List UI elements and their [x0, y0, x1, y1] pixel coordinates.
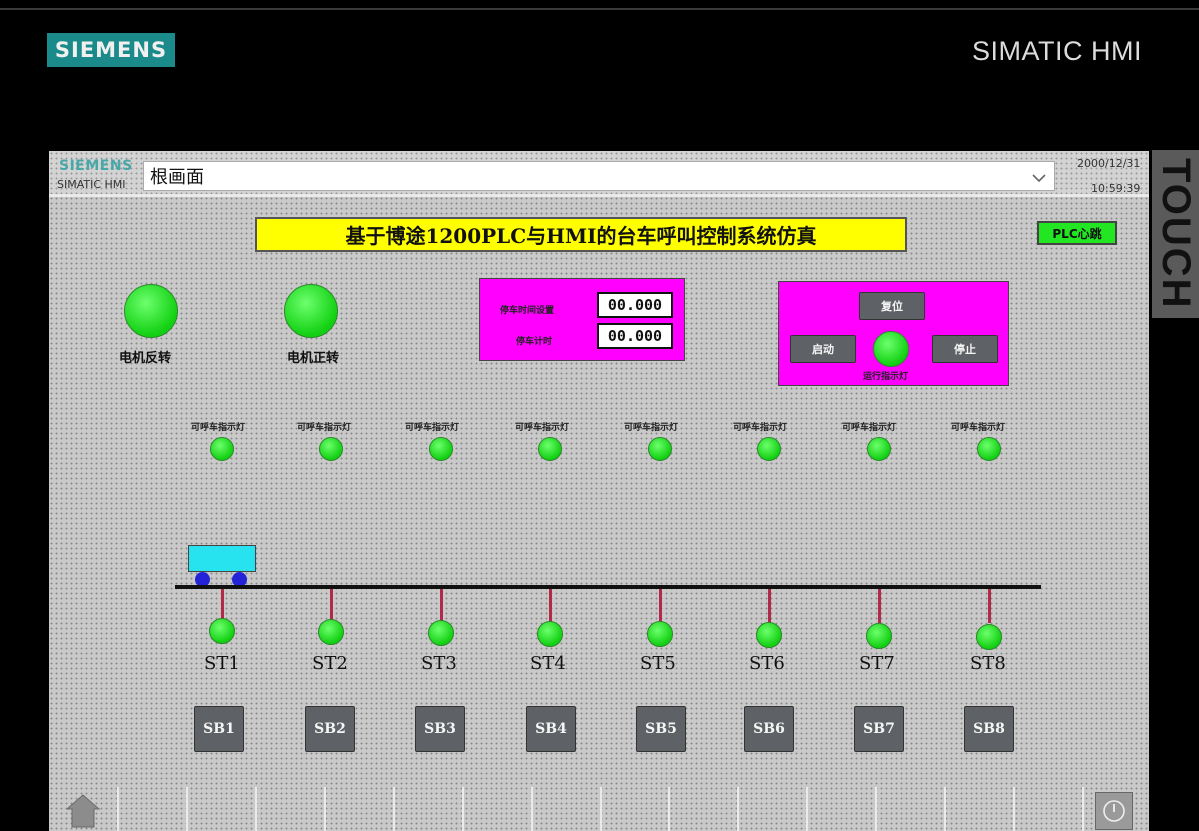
station-post	[549, 589, 552, 623]
station-label: ST5	[640, 653, 676, 674]
call-button-sb4[interactable]: SB4	[526, 706, 576, 752]
call-indicator-lamp	[867, 437, 891, 461]
screen-selector[interactable]: 根画面	[143, 161, 1055, 191]
call-indicator-lamp	[648, 437, 672, 461]
call-button-sb5[interactable]: SB5	[636, 706, 686, 752]
function-key[interactable]	[670, 787, 740, 831]
station-lamp	[428, 620, 454, 646]
screen-name: 根画面	[150, 167, 204, 188]
power-icon[interactable]	[1095, 792, 1133, 830]
parking-timer-value: 00.000	[597, 323, 673, 349]
station-lamp	[318, 619, 344, 645]
motor-forward-lamp	[284, 284, 338, 338]
call-indicator-label: 可呼车指示灯	[297, 423, 352, 433]
station-post	[330, 589, 333, 623]
header-simatic-label: SIMATIC HMI	[57, 178, 126, 191]
call-indicator-label: 可呼车指示灯	[191, 423, 246, 433]
call-indicator-lamp	[429, 437, 453, 461]
call-indicator-label: 可呼车指示灯	[515, 423, 570, 433]
function-key[interactable]	[533, 787, 602, 831]
track-rail	[175, 585, 1041, 589]
reset-button[interactable]: 复位	[859, 292, 925, 320]
station-lamp	[209, 618, 235, 644]
hmi-screen: SIEMENS SIMATIC HMI 根画面 2000/12/31 10:59…	[49, 151, 1149, 831]
station-post	[440, 589, 443, 623]
call-indicator-label: 可呼车指示灯	[624, 423, 679, 433]
chevron-down-icon	[1032, 174, 1046, 183]
station-lamp	[537, 621, 563, 647]
parking-time-set-label: 停车时间设置	[500, 306, 555, 316]
call-button-sb1[interactable]: SB1	[194, 706, 244, 752]
power-symbol-icon	[1103, 800, 1125, 822]
header-siemens-logo: SIEMENS	[59, 158, 133, 174]
header-time: 10:59:39	[1091, 182, 1141, 195]
simatic-hmi-brand: SIMATIC HMI	[972, 36, 1142, 66]
function-key[interactable]	[877, 787, 947, 831]
station-lamp	[647, 621, 673, 647]
bezel-top-line	[0, 8, 1199, 10]
station-label: ST1	[204, 653, 240, 674]
function-key[interactable]	[1015, 787, 1085, 831]
parking-time-set-input[interactable]: 00.000	[597, 292, 673, 318]
call-button-sb6[interactable]: SB6	[744, 706, 794, 752]
call-button-sb7[interactable]: SB7	[854, 706, 904, 752]
parking-timer-label: 停车计时	[516, 337, 553, 347]
function-key[interactable]	[257, 787, 326, 831]
function-key[interactable]	[739, 787, 809, 831]
station-post	[768, 589, 771, 623]
station-lamp	[756, 622, 782, 648]
station-label: ST7	[859, 653, 895, 674]
run-indicator-lamp	[873, 331, 909, 367]
function-key[interactable]	[395, 787, 464, 831]
header-date: 2000/12/31	[1077, 157, 1141, 170]
motor-reverse-label: 电机反转	[119, 351, 172, 366]
page-title: 基于博途1200PLC与HMI的台车呼叫控制系统仿真	[255, 217, 907, 252]
function-key[interactable]	[464, 787, 533, 831]
call-indicator-label: 可呼车指示灯	[951, 423, 1006, 433]
function-key[interactable]	[602, 787, 671, 831]
station-label: ST2	[312, 653, 348, 674]
call-button-sb8[interactable]: SB8	[964, 706, 1014, 752]
trolley-cart	[188, 545, 256, 572]
call-button-sb2[interactable]: SB2	[305, 706, 355, 752]
station-lamp	[976, 624, 1002, 650]
station-label: ST3	[421, 653, 457, 674]
call-indicator-lamp	[210, 437, 234, 461]
motor-forward-label: 电机正转	[287, 351, 340, 366]
function-key[interactable]	[946, 787, 1016, 831]
motor-reverse-lamp	[124, 284, 178, 338]
call-indicator-label: 可呼车指示灯	[733, 423, 788, 433]
call-indicator-lamp	[757, 437, 781, 461]
station-lamp	[866, 623, 892, 649]
timer-panel: 停车时间设置 00.000 停车计时 00.000	[479, 278, 685, 361]
hmi-header: SIEMENS SIMATIC HMI 根画面 2000/12/31 10:59…	[49, 151, 1149, 197]
run-indicator-label: 运行指示灯	[863, 372, 909, 382]
function-key[interactable]	[326, 787, 395, 831]
plc-heartbeat-indicator: PLC心跳	[1037, 221, 1117, 245]
station-label: ST8	[970, 653, 1006, 674]
call-indicator-label: 可呼车指示灯	[842, 423, 897, 433]
call-indicator-lamp	[977, 437, 1001, 461]
function-key[interactable]	[119, 787, 188, 831]
stop-button[interactable]: 停止	[932, 335, 998, 363]
siemens-logo: SIEMENS	[47, 33, 175, 67]
call-indicator-label: 可呼车指示灯	[405, 423, 460, 433]
function-key[interactable]	[808, 787, 878, 831]
call-indicator-lamp	[538, 437, 562, 461]
station-post	[878, 589, 881, 623]
control-panel: 复位 启动 停止 运行指示灯	[778, 281, 1009, 386]
touch-side-label: TOUCH	[1152, 150, 1199, 318]
call-button-sb3[interactable]: SB3	[415, 706, 465, 752]
call-indicator-lamp	[319, 437, 343, 461]
station-label: ST4	[530, 653, 566, 674]
function-key-bar	[49, 787, 1149, 831]
station-label: ST6	[749, 653, 785, 674]
home-icon[interactable]	[65, 791, 101, 829]
station-post	[988, 589, 991, 623]
station-post	[659, 589, 662, 623]
start-button[interactable]: 启动	[790, 335, 856, 363]
function-key[interactable]	[188, 787, 257, 831]
